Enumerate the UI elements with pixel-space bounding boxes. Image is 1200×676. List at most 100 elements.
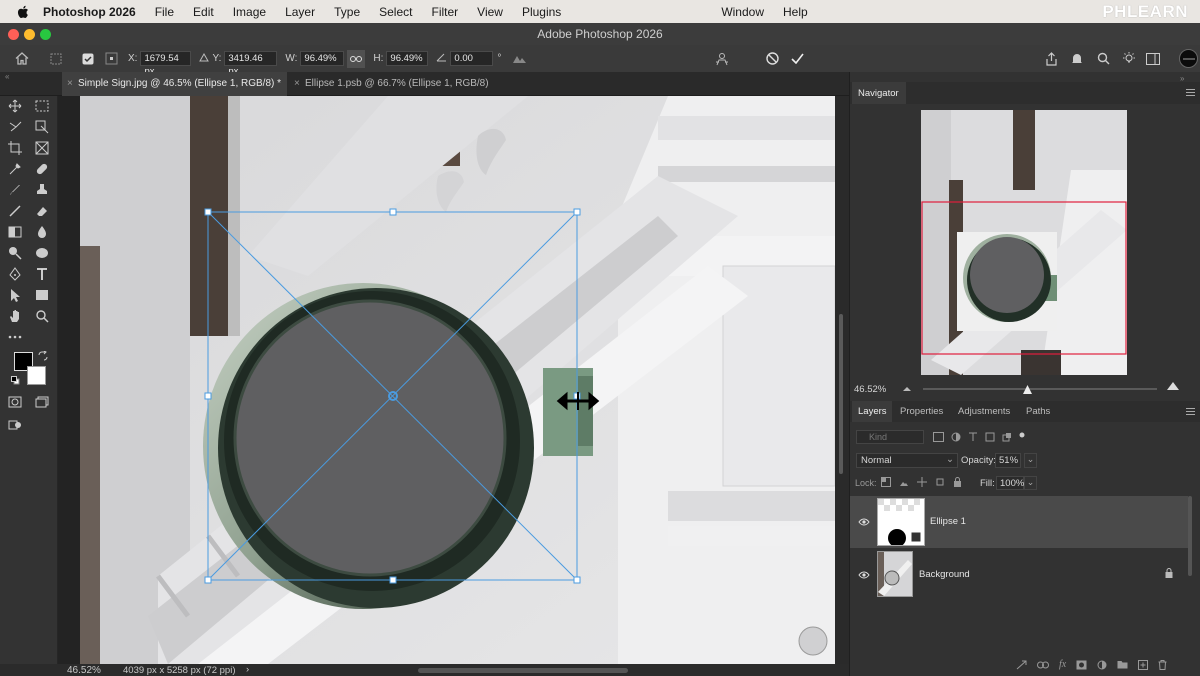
cancel-icon[interactable]	[763, 50, 781, 68]
blend-mode-select[interactable]: Normal ⌄	[856, 453, 958, 468]
menu-window[interactable]: Window	[721, 5, 764, 19]
healing-icon[interactable]	[33, 161, 51, 177]
layer-row-ellipse[interactable]: Ellipse 1	[850, 496, 1188, 548]
background-color-swatch[interactable]	[27, 366, 46, 385]
swap-colors-icon[interactable]	[38, 350, 48, 364]
edit-toolbar-icon[interactable]	[6, 417, 24, 433]
layer-row-background[interactable]: Background	[850, 548, 1188, 600]
tab-adjustments[interactable]: Adjustments	[958, 406, 1010, 417]
menu-filter[interactable]: Filter	[431, 5, 458, 19]
navigator-zoom[interactable]: 46.52%	[854, 384, 886, 395]
height-field[interactable]: 96.49%	[386, 51, 429, 66]
quick-mask-icon[interactable]	[6, 394, 24, 410]
close-tab-icon[interactable]: ×	[67, 72, 73, 96]
width-field[interactable]: 96.49%	[300, 51, 345, 66]
lightbulb-icon[interactable]	[1120, 50, 1138, 68]
status-menu-arrow[interactable]: ›	[246, 664, 249, 675]
fx-icon[interactable]: fx	[1059, 659, 1066, 670]
zoom-icon[interactable]	[33, 308, 51, 324]
menu-view[interactable]: View	[477, 5, 503, 19]
trash-icon[interactable]	[1158, 659, 1167, 670]
delta-icon[interactable]	[199, 52, 210, 65]
minimize-window-button[interactable]	[24, 29, 35, 40]
zoom-out-icon[interactable]	[902, 383, 912, 395]
menu-type[interactable]: Type	[334, 5, 360, 19]
workspace-icon[interactable]	[1144, 50, 1162, 68]
rectangle-icon[interactable]	[33, 287, 51, 303]
menu-image[interactable]: Image	[233, 5, 266, 19]
eraser-icon[interactable]	[33, 203, 51, 219]
reference-point-checkbox[interactable]	[79, 50, 97, 68]
new-layer-icon[interactable]	[1138, 659, 1149, 670]
share-icon[interactable]	[1042, 50, 1060, 68]
layers-scrollbar[interactable]	[1188, 496, 1192, 576]
zoom-slider-handle[interactable]	[1023, 385, 1032, 397]
zoom-level[interactable]: 46.52%	[67, 665, 101, 676]
panel-menu-icon[interactable]	[1186, 406, 1195, 417]
fill-field[interactable]: 100%	[996, 476, 1024, 490]
menu-help[interactable]: Help	[783, 5, 808, 19]
apple-icon[interactable]	[17, 5, 29, 19]
tab-layers[interactable]: Layers	[852, 401, 892, 422]
menu-edit[interactable]: Edit	[193, 5, 214, 19]
home-icon[interactable]	[13, 50, 31, 68]
link-layers-icon[interactable]	[1016, 660, 1027, 670]
folder-icon[interactable]	[1117, 660, 1128, 669]
reference-point-icon[interactable]	[102, 50, 120, 68]
close-window-button[interactable]	[8, 29, 19, 40]
zoom-in-icon[interactable]	[1166, 380, 1180, 394]
layer-filter-input[interactable]: Kind	[856, 430, 924, 444]
tab-simple-sign[interactable]: × Simple Sign.jpg @ 46.5% (Ellipse 1, RG…	[62, 72, 287, 96]
dodge-icon[interactable]	[6, 245, 24, 261]
crop-icon[interactable]	[6, 140, 24, 156]
collapse-icon[interactable]: «	[5, 72, 9, 82]
screen-mode-icon[interactable]	[33, 394, 51, 410]
eye-icon[interactable]	[858, 517, 870, 529]
angle-field[interactable]: 0.00	[450, 51, 494, 66]
link-icon[interactable]	[1037, 661, 1049, 669]
menu-file[interactable]: File	[155, 5, 174, 19]
eyedropper-icon[interactable]	[6, 161, 24, 177]
navigator-tab[interactable]: Navigator	[852, 82, 906, 104]
hand-icon[interactable]	[6, 308, 24, 324]
lasso-icon[interactable]	[6, 119, 24, 135]
close-tab-icon[interactable]: ×	[294, 72, 300, 96]
more-tools-icon[interactable]	[6, 329, 24, 345]
menu-select[interactable]: Select	[379, 5, 412, 19]
bell-icon[interactable]	[1068, 50, 1086, 68]
opacity-dropdown-icon[interactable]: ⌄	[1024, 453, 1037, 468]
app-menu[interactable]: Photoshop 2026	[43, 5, 136, 19]
default-colors-icon[interactable]	[11, 376, 20, 388]
navigator-zoom-slider[interactable]	[923, 388, 1157, 390]
menu-plugins[interactable]: Plugins	[522, 5, 561, 19]
type-icon[interactable]	[33, 266, 51, 282]
marquee-icon[interactable]	[33, 98, 51, 114]
adjustment-icon[interactable]	[1097, 660, 1107, 670]
horizontal-scrollbar[interactable]	[418, 668, 628, 673]
menu-layer[interactable]: Layer	[285, 5, 315, 19]
tab-properties[interactable]: Properties	[900, 406, 943, 417]
path-select-icon[interactable]	[6, 287, 24, 303]
navigator-preview[interactable]	[921, 110, 1127, 375]
panel-menu-icon[interactable]	[1186, 87, 1195, 98]
zoom-window-button[interactable]	[40, 29, 51, 40]
move-icon[interactable]	[6, 98, 24, 114]
link-icon[interactable]	[347, 49, 366, 68]
commit-icon[interactable]	[788, 50, 806, 68]
move-tool-icon[interactable]	[47, 50, 65, 68]
mask-icon[interactable]	[1076, 660, 1087, 670]
layer-name[interactable]: Ellipse 1	[930, 516, 966, 527]
tab-ellipse-psb[interactable]: × Ellipse 1.psb @ 66.7% (Ellipse 1, RGB/…	[289, 72, 499, 96]
warp-icon[interactable]	[510, 50, 528, 68]
eye-icon[interactable]	[858, 570, 870, 582]
x-field[interactable]: 1679.54 px	[140, 51, 192, 77]
avatar[interactable]	[1179, 49, 1199, 68]
history-brush-icon[interactable]	[6, 203, 24, 219]
y-field[interactable]: 3419.46 px	[224, 51, 278, 77]
sponge-icon[interactable]	[33, 245, 51, 261]
puppet-warp-icon[interactable]	[713, 50, 731, 68]
opacity-field[interactable]: 51%	[995, 453, 1021, 468]
frame-icon[interactable]	[33, 140, 51, 156]
object-select-icon[interactable]	[33, 119, 51, 135]
tab-paths[interactable]: Paths	[1026, 406, 1050, 417]
